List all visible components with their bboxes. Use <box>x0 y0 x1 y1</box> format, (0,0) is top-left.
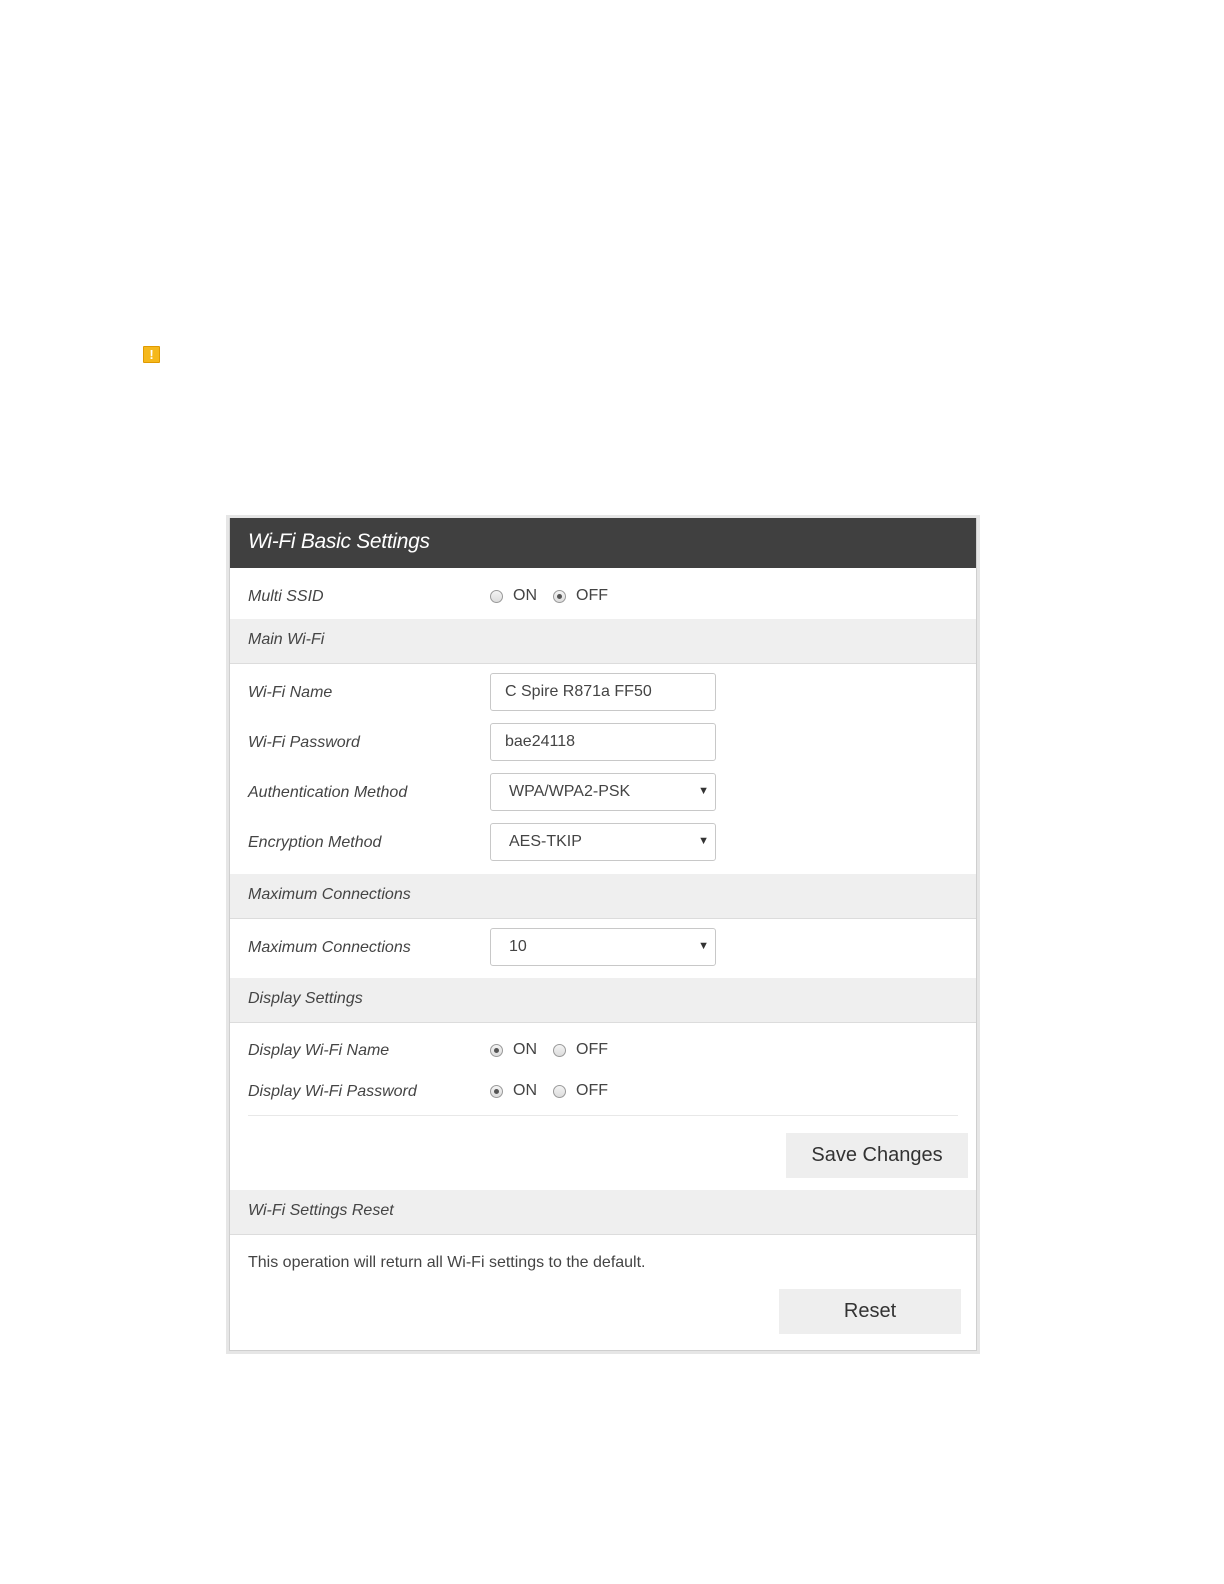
wifi-password-input[interactable]: bae24118 <box>490 723 716 761</box>
display-wifi-name-radio-group: ON OFF <box>490 1041 624 1059</box>
encryption-method-label: Encryption Method <box>248 834 382 851</box>
multi-ssid-radio-group: ON OFF <box>490 587 624 605</box>
max-connections-label: Maximum Connections <box>248 939 411 956</box>
multi-ssid-on-radio[interactable] <box>490 589 503 603</box>
max-connections-value: 10 <box>509 938 527 955</box>
display-wifi-password-on-label: ON <box>513 1082 537 1099</box>
main-wifi-section-label: Main Wi-Fi <box>248 631 325 648</box>
panel-header: Wi-Fi Basic Settings <box>230 518 976 568</box>
multi-ssid-row: Multi SSID ON OFF <box>230 568 976 618</box>
display-wifi-name-off-radio[interactable] <box>553 1043 566 1057</box>
wifi-password-row: Wi-Fi Password bae24118 <box>230 723 976 763</box>
chevron-down-icon: ▼ <box>698 940 709 952</box>
auth-method-select[interactable]: WPA/WPA2-PSK ▼ <box>490 773 716 811</box>
save-changes-button[interactable]: Save Changes <box>786 1133 968 1178</box>
multi-ssid-on-label: ON <box>513 587 537 604</box>
display-wifi-password-row: Display Wi-Fi Password ON OFF <box>230 1079 976 1109</box>
wifi-name-input[interactable]: C Spire R871a FF50 <box>490 673 716 711</box>
panel-title: Wi-Fi Basic Settings <box>248 530 430 553</box>
max-connections-section-header: Maximum Connections <box>230 874 976 919</box>
divider <box>248 1115 958 1116</box>
multi-ssid-off-label: OFF <box>576 587 608 604</box>
display-wifi-password-off-label: OFF <box>576 1082 608 1099</box>
wifi-settings-reset-section-header: Wi-Fi Settings Reset <box>230 1190 976 1235</box>
warning-icon: ! <box>143 346 160 363</box>
display-wifi-password-on-radio[interactable] <box>490 1084 503 1098</box>
display-wifi-name-on-radio[interactable] <box>490 1043 503 1057</box>
wifi-basic-settings-panel: Wi-Fi Basic Settings Multi SSID ON OFF M… <box>226 515 980 1354</box>
max-connections-section-label: Maximum Connections <box>248 886 411 903</box>
max-connections-row: Maximum Connections 10 ▼ <box>230 928 976 968</box>
wifi-name-label: Wi-Fi Name <box>248 684 333 701</box>
wifi-settings-reset-section-label: Wi-Fi Settings Reset <box>248 1202 394 1219</box>
reset-description: This operation will return all Wi-Fi set… <box>248 1254 646 1271</box>
auth-method-label: Authentication Method <box>248 784 408 801</box>
reset-button[interactable]: Reset <box>779 1289 961 1334</box>
encryption-method-row: Encryption Method AES-TKIP ▼ <box>230 823 976 863</box>
display-wifi-password-radio-group: ON OFF <box>490 1082 624 1100</box>
auth-method-value: WPA/WPA2-PSK <box>509 783 631 800</box>
chevron-down-icon: ▼ <box>698 785 709 797</box>
display-wifi-password-off-radio[interactable] <box>553 1084 566 1098</box>
max-connections-select[interactable]: 10 ▼ <box>490 928 716 966</box>
wifi-name-row: Wi-Fi Name C Spire R871a FF50 <box>230 673 976 713</box>
display-wifi-password-label: Display Wi-Fi Password <box>248 1083 417 1100</box>
encryption-method-select[interactable]: AES-TKIP ▼ <box>490 823 716 861</box>
multi-ssid-label: Multi SSID <box>248 588 324 605</box>
display-wifi-name-label: Display Wi-Fi Name <box>248 1042 390 1059</box>
wifi-password-label: Wi-Fi Password <box>248 734 360 751</box>
auth-method-row: Authentication Method WPA/WPA2-PSK ▼ <box>230 773 976 813</box>
encryption-method-value: AES-TKIP <box>509 833 582 850</box>
display-wifi-name-row: Display Wi-Fi Name ON OFF <box>230 1038 976 1068</box>
display-wifi-name-off-label: OFF <box>576 1041 608 1058</box>
display-settings-section-header: Display Settings <box>230 978 976 1023</box>
panel-body: Wi-Fi Basic Settings Multi SSID ON OFF M… <box>229 518 977 1351</box>
main-wifi-section-header: Main Wi-Fi <box>230 619 976 664</box>
display-settings-section-label: Display Settings <box>248 990 363 1007</box>
chevron-down-icon: ▼ <box>698 835 709 847</box>
multi-ssid-off-radio[interactable] <box>553 589 566 603</box>
display-wifi-name-on-label: ON <box>513 1041 537 1058</box>
